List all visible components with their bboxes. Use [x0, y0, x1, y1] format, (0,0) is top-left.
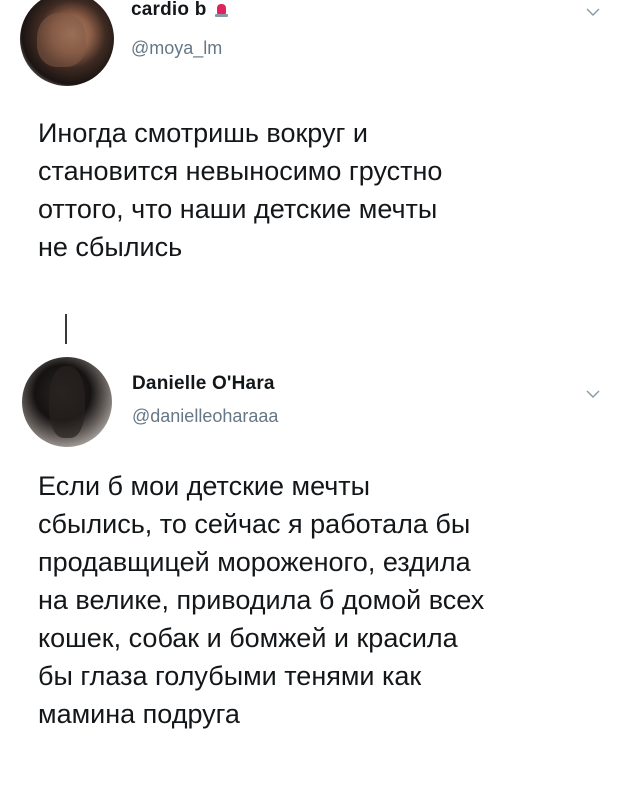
- user-handle[interactable]: @moya_lm: [131, 38, 222, 59]
- thread-connector-line: [65, 314, 67, 344]
- avatar-face-shade: [36, 12, 86, 68]
- avatar[interactable]: [22, 357, 112, 447]
- avatar-figure-shade: [49, 366, 85, 438]
- tweet-text: Если б мои детские мечты сбылись, то сей…: [38, 471, 485, 730]
- display-name[interactable]: cardio b: [131, 0, 207, 21]
- siren-emoji-icon: [214, 2, 228, 18]
- display-name[interactable]: Danielle O'Hara: [132, 373, 275, 395]
- chevron-down-icon[interactable]: [586, 387, 600, 401]
- tweet-text: Иногда смотришь вокруг и становится невы…: [38, 118, 443, 263]
- avatar[interactable]: [20, 0, 114, 86]
- author-row: Danielle O'Hara: [132, 373, 275, 395]
- author-row: cardio b: [131, 0, 228, 21]
- chevron-down-icon[interactable]: [586, 5, 600, 19]
- user-handle[interactable]: @danielleoharaaa: [132, 406, 278, 427]
